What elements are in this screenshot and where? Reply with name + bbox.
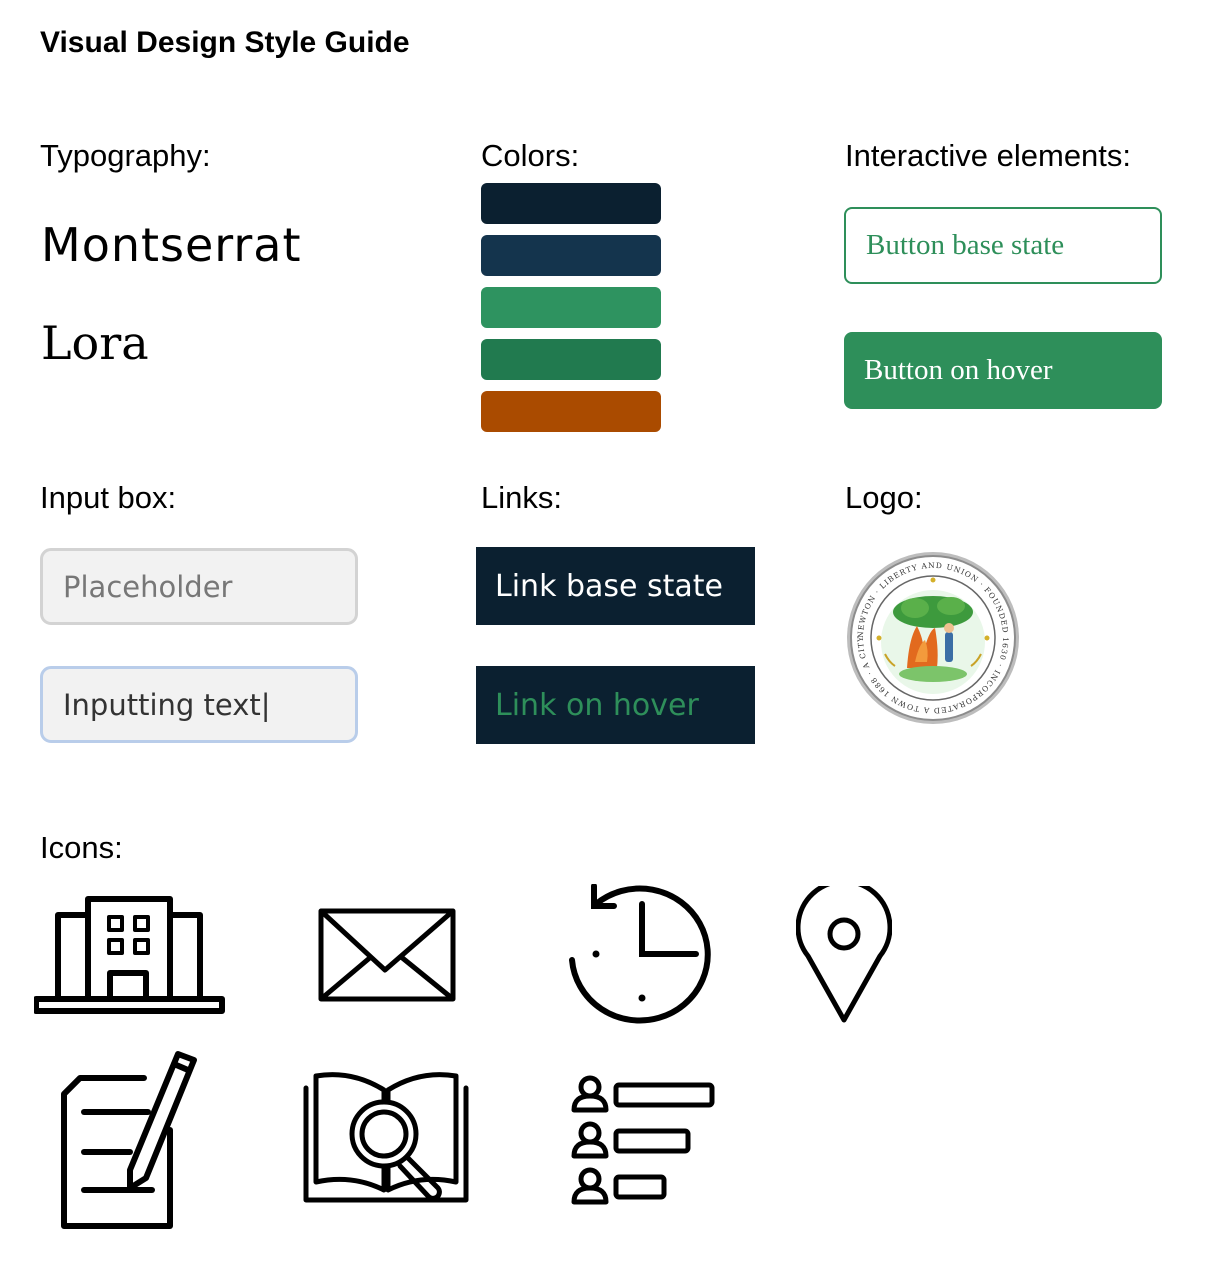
icons-label: Icons:	[40, 830, 123, 865]
active-text-input[interactable]: Inputting text|	[40, 666, 358, 743]
map-pin-icon	[796, 886, 892, 1023]
color-swatch-green	[481, 287, 661, 328]
page-title: Visual Design Style Guide	[40, 26, 410, 59]
document-edit-icon	[61, 1051, 197, 1229]
building-icon	[34, 896, 225, 1014]
colors-label: Colors:	[481, 138, 580, 173]
book-search-icon	[303, 1072, 469, 1203]
newton-seal-logo: NEWTON · LIBERTY AND UNION · FOUNDED 163…	[845, 550, 1019, 724]
placeholder-input[interactable]: Placeholder	[40, 548, 358, 625]
envelope-icon	[318, 908, 456, 1002]
color-swatch-navy	[481, 235, 661, 276]
links-label: Links:	[481, 480, 562, 515]
people-list-icon	[571, 1075, 715, 1205]
interactive-elements-label: Interactive elements:	[845, 138, 1132, 173]
button-hover-state[interactable]: Button on hover	[844, 332, 1162, 409]
history-clock-icon	[569, 884, 711, 1024]
link-base-state[interactable]: Link base state	[476, 547, 755, 625]
color-swatch-orange	[481, 391, 661, 432]
logo-label: Logo:	[845, 480, 923, 515]
font-sample-montserrat: Montserrat	[41, 218, 302, 272]
color-swatch-navy-dark	[481, 183, 661, 224]
link-hover-state[interactable]: Link on hover	[476, 666, 755, 744]
input-box-label: Input box:	[40, 480, 177, 515]
color-swatch-dark-green	[481, 339, 661, 380]
button-base-state[interactable]: Button base state	[844, 207, 1162, 284]
font-sample-lora: Lora	[41, 316, 149, 370]
typography-label: Typography:	[40, 138, 211, 173]
